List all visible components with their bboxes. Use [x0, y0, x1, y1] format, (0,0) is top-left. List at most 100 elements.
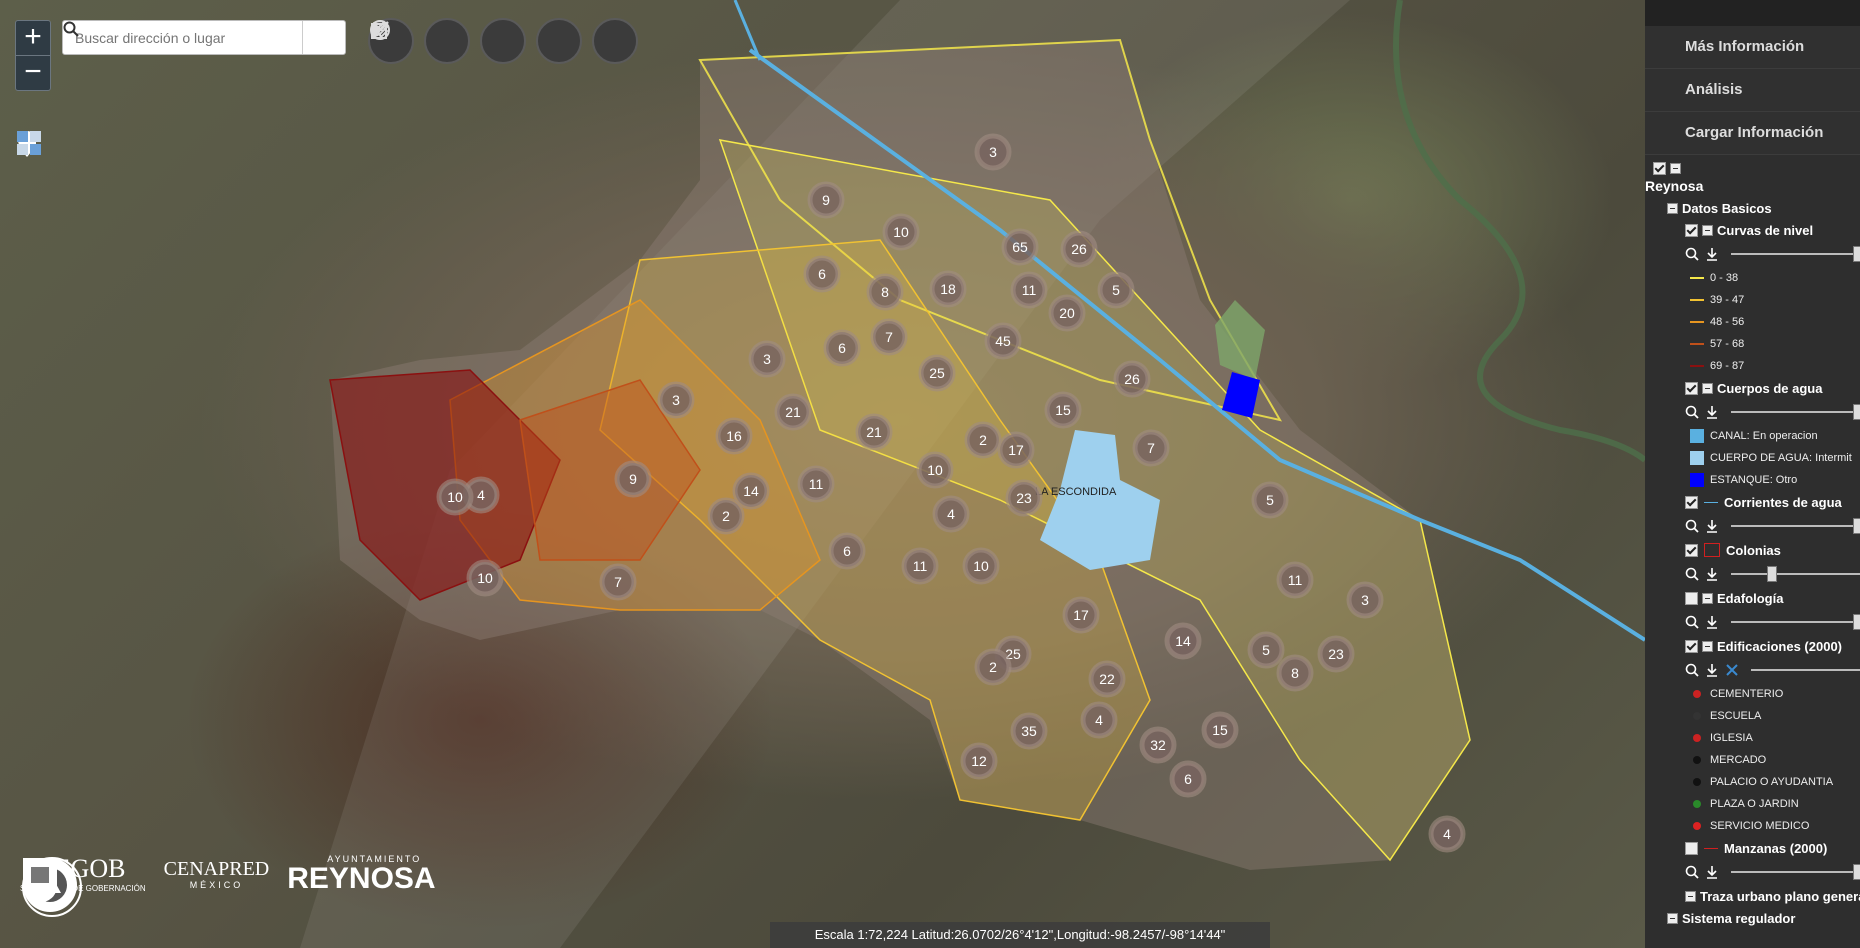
download-icon[interactable]	[1705, 567, 1719, 581]
layer-collapse-toggle[interactable]	[1702, 592, 1713, 604]
cluster-marker[interactable]: 10	[466, 559, 504, 597]
download-icon[interactable]	[1705, 405, 1719, 419]
zoom-in-button[interactable]: +	[16, 21, 50, 56]
cluster-marker[interactable]: 6	[823, 329, 861, 367]
opacity-slider-knob[interactable]	[1852, 246, 1860, 262]
cluster-marker[interactable]: 11	[797, 465, 835, 503]
opacity-slider-knob[interactable]	[1852, 518, 1860, 534]
cluster-marker[interactable]: 10	[916, 451, 954, 489]
cluster-marker[interactable]: 2	[974, 648, 1012, 686]
cluster-marker[interactable]: 2	[964, 421, 1002, 459]
cluster-marker[interactable]: 10	[436, 478, 474, 516]
menu-analisis[interactable]: Análisis	[1645, 69, 1860, 112]
cluster-marker[interactable]: 3	[974, 133, 1012, 171]
cluster-marker[interactable]: 21	[774, 393, 812, 431]
layer-checkbox[interactable]	[1685, 591, 1698, 605]
group-collapse-toggle[interactable]	[1667, 202, 1678, 214]
cluster-marker[interactable]: 7	[1132, 429, 1170, 467]
cluster-marker[interactable]: 5	[1251, 481, 1289, 519]
cluster-marker[interactable]: 9	[614, 460, 652, 498]
cluster-marker[interactable]: 8	[1276, 654, 1314, 692]
opacity-slider[interactable]	[1730, 518, 1860, 534]
cluster-marker[interactable]: 11	[1276, 561, 1314, 599]
cluster-marker[interactable]: 7	[870, 318, 908, 356]
cluster-marker[interactable]: 3	[748, 340, 786, 378]
opacity-slider-knob[interactable]	[1766, 566, 1777, 582]
cluster-marker[interactable]: 15	[1044, 391, 1082, 429]
download-icon[interactable]	[1705, 247, 1719, 261]
layer-collapse-toggle[interactable]	[1702, 640, 1713, 652]
opacity-slider[interactable]	[1730, 864, 1860, 880]
cluster-marker[interactable]: 18	[929, 270, 967, 308]
cluster-marker[interactable]: 45	[984, 322, 1022, 360]
cluster-marker[interactable]: 17	[1062, 596, 1100, 634]
cluster-marker[interactable]: 6	[828, 532, 866, 570]
zoom-to-layer-icon[interactable]	[1685, 247, 1699, 261]
cluster-marker[interactable]: 21	[855, 413, 893, 451]
edit-button[interactable]	[371, 18, 526, 64]
opacity-slider-knob[interactable]	[1852, 614, 1860, 630]
opacity-slider[interactable]	[1730, 404, 1860, 420]
root-checkbox[interactable]	[1653, 161, 1666, 175]
cluster-marker[interactable]: 4	[1428, 815, 1466, 853]
zoom-to-layer-icon[interactable]	[1685, 519, 1699, 533]
opacity-slider[interactable]	[1730, 614, 1860, 630]
layer-checkbox[interactable]	[1685, 543, 1698, 557]
opacity-slider[interactable]	[1730, 566, 1860, 582]
group-collapse-toggle[interactable]	[1667, 912, 1678, 924]
cluster-marker[interactable]: 12	[960, 742, 998, 780]
zoom-to-layer-icon[interactable]	[1685, 865, 1699, 879]
zoom-to-layer-icon[interactable]	[1685, 663, 1699, 677]
cluster-marker[interactable]: 9	[807, 181, 845, 219]
cluster-marker[interactable]: 7	[599, 563, 637, 601]
menu-mas-informacion[interactable]: Más Información	[1645, 26, 1860, 69]
opacity-slider-knob[interactable]	[1852, 404, 1860, 420]
cluster-marker[interactable]: 22	[1088, 660, 1126, 698]
layer-collapse-toggle[interactable]	[1702, 224, 1713, 236]
cluster-marker[interactable]: 14	[1164, 622, 1202, 660]
opacity-slider[interactable]	[1750, 669, 1860, 671]
cluster-marker[interactable]: 11	[1010, 271, 1048, 309]
group-collapse-toggle[interactable]	[1685, 890, 1696, 902]
zoom-to-layer-icon[interactable]	[1685, 567, 1699, 581]
close-icon[interactable]	[1725, 663, 1739, 677]
cluster-marker[interactable]: 35	[1010, 712, 1048, 750]
cluster-marker[interactable]: 2	[707, 497, 745, 535]
layer-checkbox[interactable]	[1685, 223, 1698, 237]
cluster-marker[interactable]: 23	[1317, 635, 1355, 673]
cluster-marker[interactable]: 23	[1005, 479, 1043, 517]
opacity-slider-knob[interactable]	[1852, 864, 1860, 880]
cluster-marker[interactable]: 32	[1139, 726, 1177, 764]
cluster-marker[interactable]: 6	[1169, 760, 1207, 798]
cluster-marker[interactable]: 16	[715, 417, 753, 455]
download-icon[interactable]	[1705, 615, 1719, 629]
cluster-marker[interactable]: 17	[997, 431, 1035, 469]
cluster-marker[interactable]: 11	[901, 547, 939, 585]
search-button[interactable]	[63, 21, 345, 54]
layer-checkbox[interactable]	[1685, 639, 1698, 653]
download-icon[interactable]	[1705, 865, 1719, 879]
select-button[interactable]	[373, 18, 638, 64]
cluster-marker[interactable]: 3	[657, 381, 695, 419]
layer-collapse-toggle[interactable]	[1702, 382, 1713, 394]
cluster-marker[interactable]: 3	[1346, 581, 1384, 619]
zoom-to-layer-icon[interactable]	[1685, 615, 1699, 629]
download-icon[interactable]	[1705, 663, 1719, 677]
zoom-to-layer-icon[interactable]	[1685, 405, 1699, 419]
cluster-marker[interactable]: 26	[1113, 360, 1151, 398]
cluster-marker[interactable]: 20	[1048, 294, 1086, 332]
cluster-marker[interactable]: 4	[1080, 701, 1118, 739]
root-collapse-toggle[interactable]	[1670, 162, 1681, 174]
cluster-marker[interactable]: 5	[1097, 271, 1135, 309]
cluster-marker[interactable]: 25	[918, 354, 956, 392]
cluster-marker[interactable]: 10	[962, 547, 1000, 585]
search-input[interactable]	[63, 21, 302, 54]
zoom-out-button[interactable]: −	[16, 56, 50, 90]
cluster-marker[interactable]: 5	[1247, 631, 1285, 669]
cluster-marker[interactable]: 65	[1001, 228, 1039, 266]
layer-checkbox[interactable]	[1685, 381, 1698, 395]
layer-checkbox[interactable]	[1685, 841, 1698, 855]
cluster-marker[interactable]: 4	[932, 495, 970, 533]
cluster-marker[interactable]: 15	[1201, 711, 1239, 749]
erase-button[interactable]	[370, 18, 582, 64]
